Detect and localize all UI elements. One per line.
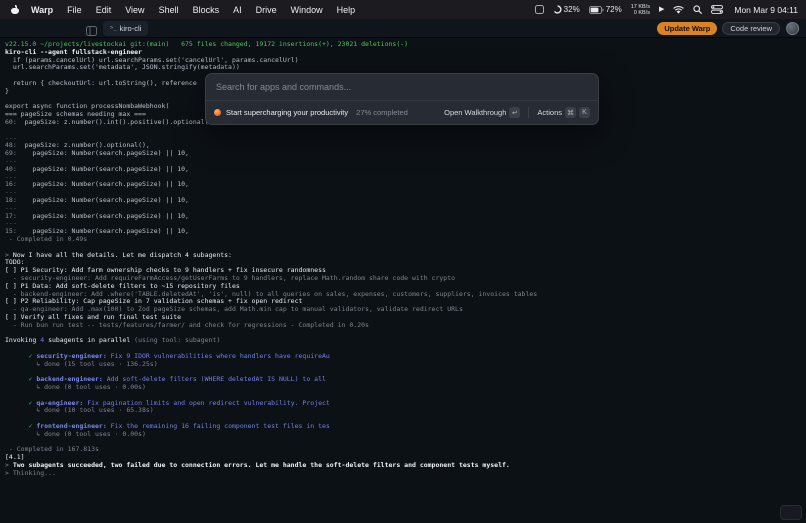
- cpu-gauge-icon: [553, 5, 562, 14]
- menu-item-edit[interactable]: Edit: [89, 5, 119, 15]
- search-input[interactable]: [216, 82, 588, 92]
- tab-bar: >_ kiro-cli Update Warp Code review: [0, 19, 806, 38]
- command-palette: Start supercharging your productivity 27…: [205, 73, 599, 125]
- terminal-line: ↳ done (0 tool uses · 0.00s): [5, 384, 806, 392]
- k-keycap: K: [579, 107, 590, 118]
- tab-title: kiro-cli: [120, 24, 142, 33]
- cpu-usage-value: 32%: [564, 5, 580, 14]
- menu-item-shell[interactable]: Shell: [152, 5, 186, 15]
- terminal-line: > Two subagents succeeded, two failed du…: [5, 462, 806, 470]
- terminal-line: ↳ done (15 tool uses · 136.25s): [5, 361, 806, 369]
- palette-search-row: [206, 74, 598, 100]
- battery-icon: [589, 6, 604, 14]
- banner-title: Start supercharging your productivity: [226, 108, 348, 117]
- update-warp-button[interactable]: Update Warp: [657, 22, 717, 35]
- control-center-icon[interactable]: [711, 5, 723, 14]
- terminal-line: - Completed in 0.49s: [5, 236, 806, 244]
- actions-button[interactable]: Actions ⌘ K: [537, 107, 590, 118]
- code-review-button[interactable]: Code review: [722, 22, 780, 35]
- battery-value: 72%: [606, 5, 622, 14]
- terminal-line: 69: pageSize: Number(search.pageSize) ||…: [5, 150, 806, 158]
- banner-divider: [528, 107, 529, 118]
- terminal-line: - Completed in 167.813s: [5, 446, 806, 454]
- terminal-line: ↳ done (0 tool uses · 0.00s): [5, 431, 806, 439]
- terminal-line: > Thinking...: [5, 470, 806, 478]
- search-icon[interactable]: [693, 5, 702, 14]
- menu-item-window[interactable]: Window: [284, 5, 330, 15]
- corner-widget[interactable]: [780, 505, 802, 520]
- menu-item-help[interactable]: Help: [330, 5, 363, 15]
- terminal-line: > Now I have all the details. Let me dis…: [5, 252, 806, 260]
- battery-status[interactable]: 72%: [589, 5, 622, 14]
- terminal-line: 40: pageSize: Number(search.pageSize) ||…: [5, 166, 806, 174]
- terminal-line: - Run bun run test -- tests/features/far…: [5, 322, 806, 330]
- terminal-line: url.searchParams.set('metadata', JSON.st…: [5, 64, 806, 72]
- cmd-keycap: ⌘: [565, 107, 576, 118]
- terminal-icon: >_: [110, 25, 117, 31]
- terminal-line: [5, 439, 806, 447]
- terminal-line: 15: pageSize: Number(search.pageSize) ||…: [5, 228, 806, 236]
- actions-label: Actions: [537, 108, 562, 117]
- menu-bar-clock[interactable]: Mon Mar 9 04:11: [732, 5, 798, 15]
- terminal-line: 17: pageSize: Number(search.pageSize) ||…: [5, 213, 806, 221]
- menu-item-drive[interactable]: Drive: [249, 5, 284, 15]
- menu-bar-status: 32% 72% 17 KB/s 0 KB/s ▶ Mon Mar 9 04:11: [535, 4, 798, 16]
- account-avatar[interactable]: [786, 22, 799, 35]
- network-speed[interactable]: 17 KB/s 0 KB/s: [631, 4, 650, 16]
- wifi-icon[interactable]: [673, 6, 684, 14]
- rocket-icon: [214, 109, 221, 116]
- menu-item-file[interactable]: File: [60, 5, 89, 15]
- network-up-value: 17 KB/s: [631, 4, 650, 10]
- banner-progress: 27% completed: [356, 108, 408, 117]
- menu-item-warp[interactable]: Warp: [24, 5, 60, 15]
- open-walkthrough-label: Open Walkthrough: [444, 108, 506, 117]
- menu-item-ai[interactable]: AI: [226, 5, 249, 15]
- menubar-app-icon[interactable]: [535, 5, 544, 14]
- menu-item-view[interactable]: View: [118, 5, 151, 15]
- cpu-usage[interactable]: 32%: [553, 5, 580, 14]
- terminal-line: [5, 127, 806, 135]
- terminal-line: ↳ done (10 tool uses · 65.38s): [5, 407, 806, 415]
- play-icon[interactable]: ▶: [659, 6, 664, 13]
- menu-bar-left: Warp File Edit View Shell Blocks AI Driv…: [8, 5, 362, 15]
- palette-banner: Start supercharging your productivity 27…: [206, 100, 598, 124]
- terminal-line: 16: pageSize: Number(search.pageSize) ||…: [5, 181, 806, 189]
- menu-item-blocks[interactable]: Blocks: [186, 5, 227, 15]
- open-walkthrough-button[interactable]: Open Walkthrough ↵: [444, 107, 520, 118]
- terminal-line: 18: pageSize: Number(search.pageSize) ||…: [5, 197, 806, 205]
- network-down-value: 0 KB/s: [631, 10, 650, 16]
- tab-kiro-cli[interactable]: >_ kiro-cli: [103, 21, 148, 36]
- terminal-line: Invoking 4 subagents in parallel (using …: [5, 337, 806, 345]
- return-keycap: ↵: [509, 107, 520, 118]
- panel-toggle-icon[interactable]: [86, 23, 97, 33]
- menu-bar: Warp File Edit View Shell Blocks AI Driv…: [0, 0, 806, 19]
- apple-menu-icon[interactable]: [11, 5, 19, 14]
- screen: Warp File Edit View Shell Blocks AI Driv…: [0, 0, 806, 523]
